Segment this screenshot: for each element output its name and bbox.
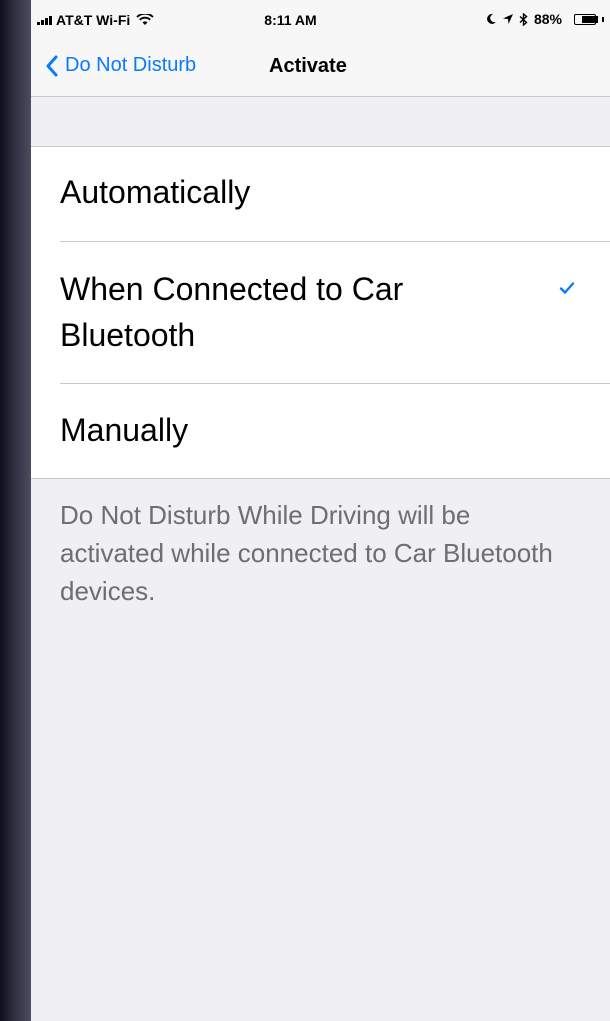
option-label: Automatically	[60, 174, 251, 210]
option-car-bluetooth[interactable]: When Connected to Car Bluetooth	[31, 242, 610, 383]
option-label: Manually	[60, 412, 189, 448]
battery-percent: 88%	[533, 11, 562, 27]
bluetooth-icon	[519, 12, 528, 26]
status-right: 88%	[485, 11, 604, 27]
chevron-left-icon	[46, 55, 58, 76]
battery-icon	[568, 13, 604, 25]
back-button-label: Do Not Disturb	[65, 54, 197, 76]
activate-options-list: Automatically When Connected to Car Blue…	[31, 146, 610, 479]
status-bar: AT&T Wi-Fi 8:11 AM 88%	[31, 0, 610, 38]
phone-screen: AT&T Wi-Fi 8:11 AM 88% Do Not Disturb Ac…	[31, 0, 610, 1021]
page-title: Activate	[269, 55, 347, 77]
moon-icon	[487, 13, 496, 24]
location-icon	[502, 14, 513, 24]
navigation-bar: Do Not Disturb Activate	[31, 38, 610, 97]
checkmark-icon	[559, 282, 575, 294]
back-button[interactable]: Do Not Disturb	[45, 54, 196, 77]
footer-description: Do Not Disturb While Driving will be act…	[60, 500, 553, 606]
option-manually[interactable]: Manually	[31, 384, 610, 478]
option-label: When Connected to Car Bluetooth	[60, 271, 404, 353]
option-automatically[interactable]: Automatically	[31, 147, 610, 241]
